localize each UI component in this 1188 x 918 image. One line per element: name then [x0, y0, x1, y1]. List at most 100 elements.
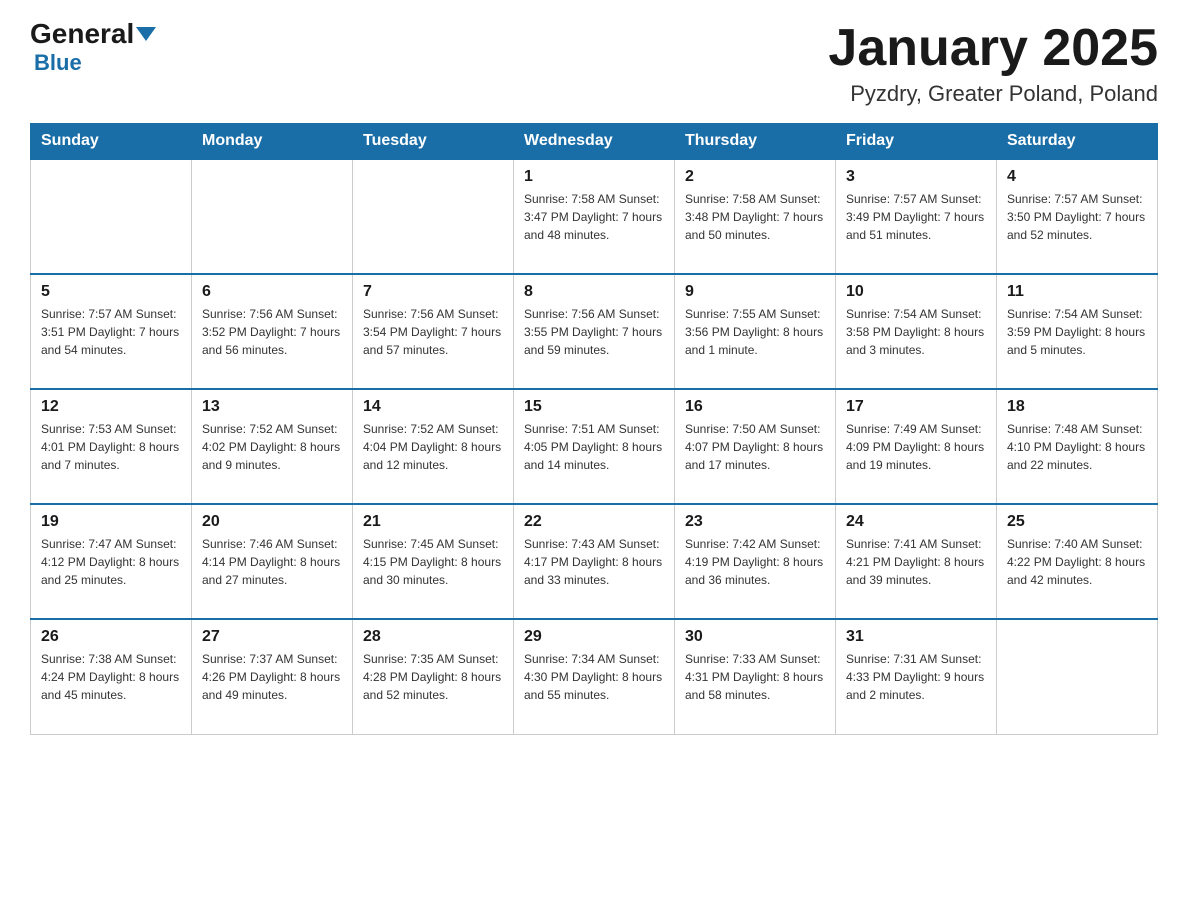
day-number: 19 — [41, 513, 181, 531]
table-row: 21Sunrise: 7:45 AM Sunset: 4:15 PM Dayli… — [353, 504, 514, 619]
day-number: 24 — [846, 513, 986, 531]
calendar-header-row: Sunday Monday Tuesday Wednesday Thursday… — [31, 124, 1158, 160]
table-row: 29 Sunrise: 7:34 AM Sunset: 4:30 PM Dayli… — [514, 619, 675, 734]
day-number: 30 — [685, 628, 825, 646]
table-row: 1 Sunrise: 7:58 AM Sunset: 3:47 PM Daylig… — [514, 159, 675, 274]
table-row: 4 Sunrise: 7:57 AM Sunset: 3:50 PM Daylig… — [997, 159, 1158, 274]
day-number: 23 — [685, 513, 825, 531]
day-info: Sunrise: 7:41 AM Sunset: 4:21 PM Dayligh… — [846, 535, 986, 589]
day-info: Sunrise: 7:53 AM Sunset: 4:01 PM Dayligh… — [41, 420, 181, 474]
day-number: 16 — [685, 398, 825, 416]
table-row: 28 Sunrise: 7:35 AM Sunset: 4:28 PM Dayli… — [353, 619, 514, 734]
day-info: Sunrise: 7:54 AM Sunset: 3:58 PM Dayligh… — [846, 305, 986, 359]
day-info: Sunrise: 7:37 AM Sunset: 4:26 PM Dayligh… — [202, 650, 342, 704]
table-row: 15 Sunrise: 7:51 AM Sunset: 4:05 PM Dayli… — [514, 389, 675, 504]
day-info: Sunrise: 7:34 AM Sunset: 4:30 PM Dayligh… — [524, 650, 664, 704]
day-info: Sunrise: 7:56 AM Sunset: 3:52 PM Dayligh… — [202, 305, 342, 359]
table-row — [31, 159, 192, 274]
table-row: 22 Sunrise: 7:43 AM Sunset: 4:17 PM Dayli… — [514, 504, 675, 619]
day-number: 2 — [685, 168, 825, 186]
day-info: Sunrise: 7:47 AM Sunset: 4:12 PM Dayligh… — [41, 535, 181, 589]
logo: General Blue — [30, 20, 156, 76]
day-number: 14 — [363, 398, 503, 416]
day-info: Sunrise: 7:57 AM Sunset: 3:50 PM Dayligh… — [1007, 190, 1147, 244]
logo-triangle-icon — [134, 20, 156, 48]
table-row: 10 Sunrise: 7:54 AM Sunset: 3:58 PM Dayli… — [836, 274, 997, 389]
day-number: 31 — [846, 628, 986, 646]
calendar-week-row: 1 Sunrise: 7:58 AM Sunset: 3:47 PM Daylig… — [31, 159, 1158, 274]
day-number: 28 — [363, 628, 503, 646]
day-number: 8 — [524, 283, 664, 301]
day-number: 5 — [41, 283, 181, 301]
col-friday: Friday — [836, 124, 997, 160]
table-row: 11 Sunrise: 7:54 AM Sunset: 3:59 PM Dayli… — [997, 274, 1158, 389]
day-number: 22 — [524, 513, 664, 531]
col-sunday: Sunday — [31, 124, 192, 160]
col-monday: Monday — [192, 124, 353, 160]
day-number: 10 — [846, 283, 986, 301]
table-row — [997, 619, 1158, 734]
day-number: 1 — [524, 168, 664, 186]
header: General Blue January 2025 Pyzdry, Greate… — [30, 20, 1158, 107]
logo-blue: Blue — [34, 50, 82, 76]
day-info: Sunrise: 7:35 AM Sunset: 4:28 PM Dayligh… — [363, 650, 503, 704]
day-number: 4 — [1007, 168, 1147, 186]
day-info: Sunrise: 7:38 AM Sunset: 4:24 PM Dayligh… — [41, 650, 181, 704]
day-info: Sunrise: 7:54 AM Sunset: 3:59 PM Dayligh… — [1007, 305, 1147, 359]
title-area: January 2025 Pyzdry, Greater Poland, Pol… — [828, 20, 1158, 107]
table-row: 9 Sunrise: 7:55 AM Sunset: 3:56 PM Daylig… — [675, 274, 836, 389]
day-info: Sunrise: 7:50 AM Sunset: 4:07 PM Dayligh… — [685, 420, 825, 474]
logo-general: General — [30, 20, 156, 48]
table-row: 25Sunrise: 7:40 AM Sunset: 4:22 PM Dayli… — [997, 504, 1158, 619]
day-info: Sunrise: 7:51 AM Sunset: 4:05 PM Dayligh… — [524, 420, 664, 474]
day-info: Sunrise: 7:56 AM Sunset: 3:55 PM Dayligh… — [524, 305, 664, 359]
col-tuesday: Tuesday — [353, 124, 514, 160]
day-info: Sunrise: 7:58 AM Sunset: 3:48 PM Dayligh… — [685, 190, 825, 244]
table-row: 7 Sunrise: 7:56 AM Sunset: 3:54 PM Daylig… — [353, 274, 514, 389]
table-row: 13Sunrise: 7:52 AM Sunset: 4:02 PM Dayli… — [192, 389, 353, 504]
day-number: 9 — [685, 283, 825, 301]
table-row: 14Sunrise: 7:52 AM Sunset: 4:04 PM Dayli… — [353, 389, 514, 504]
day-number: 11 — [1007, 283, 1147, 301]
table-row: 3Sunrise: 7:57 AM Sunset: 3:49 PM Daylig… — [836, 159, 997, 274]
day-info: Sunrise: 7:49 AM Sunset: 4:09 PM Dayligh… — [846, 420, 986, 474]
table-row: 31Sunrise: 7:31 AM Sunset: 4:33 PM Dayli… — [836, 619, 997, 734]
day-number: 15 — [524, 398, 664, 416]
day-number: 27 — [202, 628, 342, 646]
table-row: 27 Sunrise: 7:37 AM Sunset: 4:26 PM Dayli… — [192, 619, 353, 734]
calendar-week-row: 12Sunrise: 7:53 AM Sunset: 4:01 PM Dayli… — [31, 389, 1158, 504]
day-info: Sunrise: 7:43 AM Sunset: 4:17 PM Dayligh… — [524, 535, 664, 589]
table-row: 26Sunrise: 7:38 AM Sunset: 4:24 PM Dayli… — [31, 619, 192, 734]
day-info: Sunrise: 7:33 AM Sunset: 4:31 PM Dayligh… — [685, 650, 825, 704]
table-row: 6Sunrise: 7:56 AM Sunset: 3:52 PM Daylig… — [192, 274, 353, 389]
day-number: 20 — [202, 513, 342, 531]
day-number: 29 — [524, 628, 664, 646]
day-info: Sunrise: 7:46 AM Sunset: 4:14 PM Dayligh… — [202, 535, 342, 589]
table-row: 18Sunrise: 7:48 AM Sunset: 4:10 PM Dayli… — [997, 389, 1158, 504]
day-number: 13 — [202, 398, 342, 416]
location-title: Pyzdry, Greater Poland, Poland — [828, 81, 1158, 107]
table-row: 5 Sunrise: 7:57 AM Sunset: 3:51 PM Daylig… — [31, 274, 192, 389]
calendar-week-row: 5 Sunrise: 7:57 AM Sunset: 3:51 PM Daylig… — [31, 274, 1158, 389]
col-thursday: Thursday — [675, 124, 836, 160]
day-info: Sunrise: 7:58 AM Sunset: 3:47 PM Dayligh… — [524, 190, 664, 244]
table-row: 17Sunrise: 7:49 AM Sunset: 4:09 PM Dayli… — [836, 389, 997, 504]
table-row: 20 Sunrise: 7:46 AM Sunset: 4:14 PM Dayli… — [192, 504, 353, 619]
day-info: Sunrise: 7:55 AM Sunset: 3:56 PM Dayligh… — [685, 305, 825, 359]
table-row: 19 Sunrise: 7:47 AM Sunset: 4:12 PM Dayli… — [31, 504, 192, 619]
table-row: 8 Sunrise: 7:56 AM Sunset: 3:55 PM Daylig… — [514, 274, 675, 389]
table-row: 23Sunrise: 7:42 AM Sunset: 4:19 PM Dayli… — [675, 504, 836, 619]
day-info: Sunrise: 7:57 AM Sunset: 3:51 PM Dayligh… — [41, 305, 181, 359]
table-row — [353, 159, 514, 274]
day-number: 7 — [363, 283, 503, 301]
table-row: 30 Sunrise: 7:33 AM Sunset: 4:31 PM Dayli… — [675, 619, 836, 734]
day-info: Sunrise: 7:56 AM Sunset: 3:54 PM Dayligh… — [363, 305, 503, 359]
calendar-week-row: 26Sunrise: 7:38 AM Sunset: 4:24 PM Dayli… — [31, 619, 1158, 734]
calendar-week-row: 19 Sunrise: 7:47 AM Sunset: 4:12 PM Dayli… — [31, 504, 1158, 619]
col-wednesday: Wednesday — [514, 124, 675, 160]
table-row: 24 Sunrise: 7:41 AM Sunset: 4:21 PM Dayli… — [836, 504, 997, 619]
table-row: 12Sunrise: 7:53 AM Sunset: 4:01 PM Dayli… — [31, 389, 192, 504]
table-row: 16 Sunrise: 7:50 AM Sunset: 4:07 PM Dayli… — [675, 389, 836, 504]
day-number: 21 — [363, 513, 503, 531]
day-number: 3 — [846, 168, 986, 186]
